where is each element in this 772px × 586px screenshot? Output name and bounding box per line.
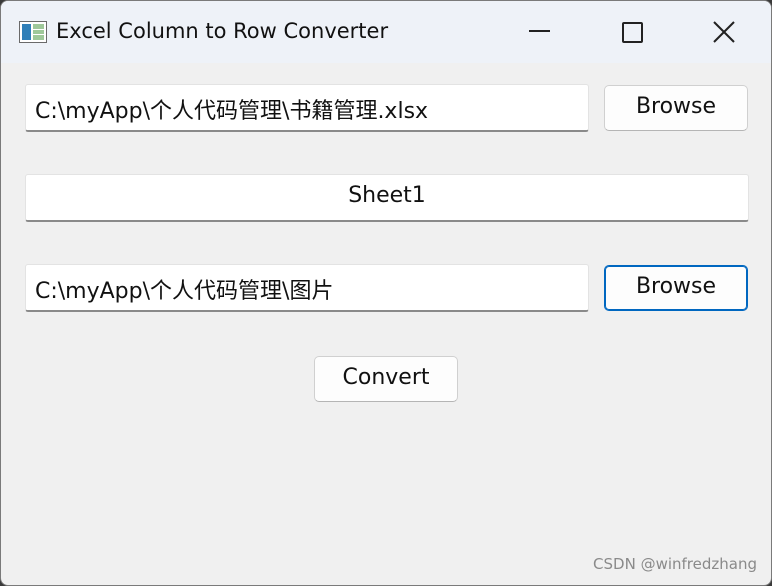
browse-output-button[interactable]: Browse: [604, 265, 748, 311]
watermark: CSDN @winfredzhang: [593, 555, 757, 573]
close-icon: [713, 21, 735, 43]
minimize-button[interactable]: [491, 1, 587, 63]
maximize-icon: [622, 22, 643, 43]
title-bar[interactable]: Excel Column to Row Converter: [1, 1, 771, 63]
window-title: Excel Column to Row Converter: [56, 19, 389, 43]
maximize-button[interactable]: [583, 1, 679, 63]
excel-spreadsheet-icon: [19, 21, 47, 43]
sheet-name-input[interactable]: Sheet1: [25, 174, 749, 222]
app-window: Excel Column to Row Converter C:\myApp\个…: [0, 0, 772, 586]
convert-button[interactable]: Convert: [314, 356, 458, 402]
browse-excel-button[interactable]: Browse: [604, 85, 748, 131]
close-button[interactable]: [675, 1, 771, 63]
output-folder-input[interactable]: C:\myApp\个人代码管理\图片: [25, 264, 589, 312]
excel-path-input[interactable]: C:\myApp\个人代码管理\书籍管理.xlsx: [25, 84, 589, 132]
minimize-icon: [529, 30, 550, 32]
